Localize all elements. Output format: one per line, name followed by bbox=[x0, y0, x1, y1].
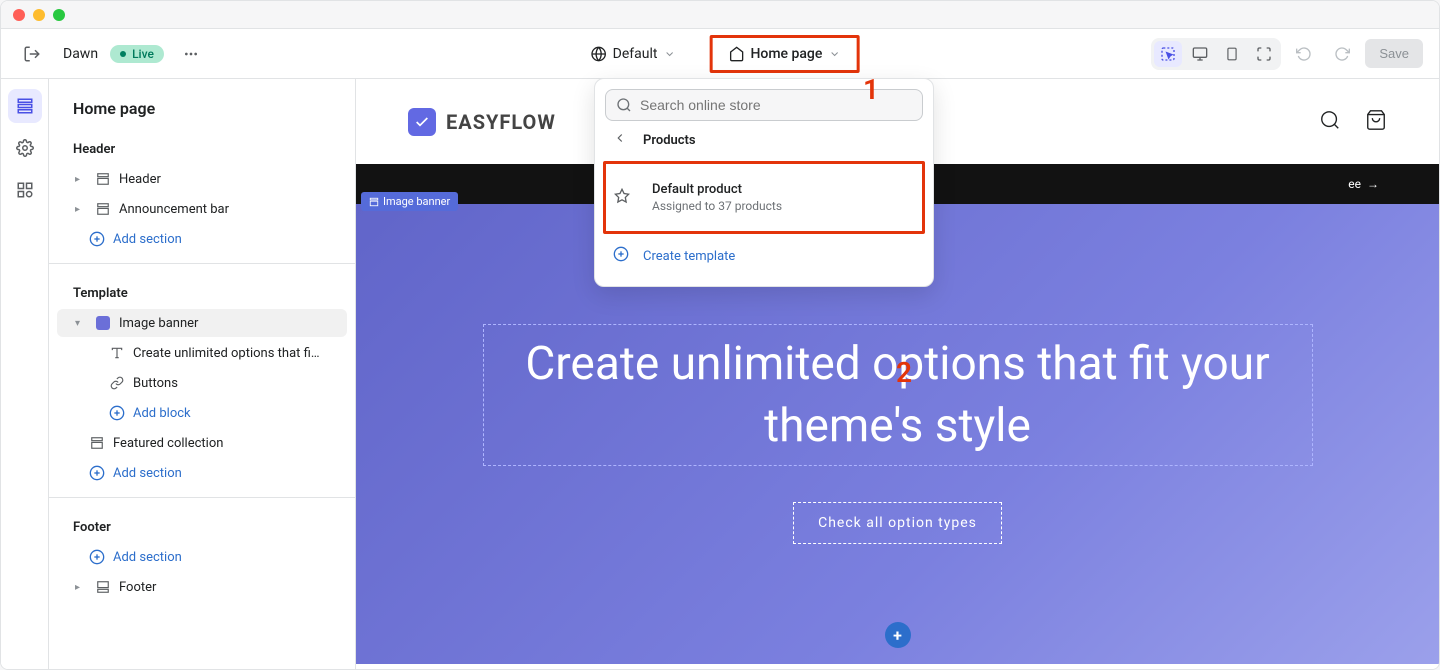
link-icon bbox=[109, 375, 125, 391]
tree-announcement-bar[interactable]: ▸ Announcement bar bbox=[57, 195, 347, 223]
more-icon[interactable] bbox=[176, 39, 206, 69]
tree-label: Image banner bbox=[119, 316, 198, 331]
popup-create-label: Create template bbox=[643, 249, 735, 264]
plus-circle-icon bbox=[613, 246, 631, 266]
plus-circle-icon bbox=[89, 465, 105, 481]
mobile-icon[interactable] bbox=[1218, 41, 1246, 67]
inspector-icon[interactable] bbox=[1154, 41, 1182, 67]
brand-logo-icon bbox=[408, 108, 436, 136]
annotation-1: 1 bbox=[863, 73, 879, 106]
add-footer-section[interactable]: Add section bbox=[57, 543, 347, 571]
tree-header[interactable]: ▸ Header bbox=[57, 165, 347, 193]
fullscreen-icon[interactable] bbox=[1250, 41, 1278, 67]
chevron-left-icon bbox=[613, 131, 631, 149]
home-icon bbox=[728, 46, 744, 62]
style-dropdown-label: Default bbox=[613, 46, 658, 62]
popup-back[interactable]: Products bbox=[605, 121, 923, 159]
section-template-label: Template bbox=[49, 274, 355, 307]
zoom-dot[interactable] bbox=[53, 9, 65, 21]
page-title: Home page bbox=[49, 79, 355, 130]
brand: EASYFLOW bbox=[408, 108, 556, 136]
live-badge: Live bbox=[110, 45, 164, 63]
tree-footer[interactable]: ▸ Footer bbox=[57, 573, 347, 601]
plus-circle-icon bbox=[89, 549, 105, 565]
add-label: Add section bbox=[113, 466, 182, 481]
banner-heading[interactable]: Create unlimited options that fit your t… bbox=[483, 324, 1313, 466]
chevron-down-icon: ▾ bbox=[75, 318, 87, 329]
popup-back-label: Products bbox=[643, 133, 696, 148]
section-header-label: Header bbox=[49, 130, 355, 163]
add-label: Add section bbox=[113, 232, 182, 247]
banner-tag: Image banner bbox=[361, 192, 458, 211]
globe-icon bbox=[591, 46, 607, 62]
search-icon[interactable] bbox=[1319, 109, 1341, 135]
brand-text: EASYFLOW bbox=[446, 110, 556, 134]
tree-label: Footer bbox=[119, 580, 156, 595]
star-icon bbox=[614, 188, 632, 208]
close-dot[interactable] bbox=[13, 9, 25, 21]
chevron-right-icon: ▸ bbox=[75, 174, 87, 185]
desktop-icon[interactable] bbox=[1186, 41, 1214, 67]
tree-label: Header bbox=[119, 172, 161, 187]
tree-featured-collection[interactable]: Featured collection bbox=[57, 429, 347, 457]
redo-icon[interactable] bbox=[1327, 39, 1357, 69]
announcement-text: ee bbox=[1348, 177, 1361, 191]
style-dropdown[interactable]: Default bbox=[581, 40, 686, 68]
layout-icon bbox=[89, 435, 105, 451]
add-block[interactable]: Add block bbox=[57, 399, 347, 427]
minimize-dot[interactable] bbox=[33, 9, 45, 21]
popup-item-subtitle: Assigned to 37 products bbox=[652, 199, 782, 213]
annotation-2: 2 bbox=[896, 356, 912, 389]
sidebar: Home page Header ▸ Header ▸ Announcement… bbox=[49, 79, 356, 669]
traffic-lights bbox=[13, 9, 65, 21]
chevron-right-icon: ▸ bbox=[75, 582, 87, 593]
text-icon bbox=[109, 345, 125, 361]
layout-icon bbox=[95, 579, 111, 595]
add-template-section[interactable]: Add section bbox=[57, 459, 347, 487]
rail bbox=[1, 79, 49, 669]
settings-icon[interactable] bbox=[8, 131, 42, 165]
image-icon bbox=[95, 315, 111, 331]
search-icon bbox=[616, 97, 632, 113]
add-section-fab[interactable]: + bbox=[885, 622, 911, 648]
tree-label: Create unlimited options that fit ... bbox=[133, 346, 323, 361]
device-toggle bbox=[1151, 38, 1281, 70]
add-label: Add block bbox=[133, 406, 191, 421]
add-label: Add section bbox=[113, 550, 182, 565]
page-dropdown-label: Home page bbox=[750, 46, 822, 62]
banner-cta[interactable]: Check all option types bbox=[793, 502, 1002, 544]
plus-circle-icon bbox=[109, 405, 125, 421]
exit-icon[interactable] bbox=[17, 39, 47, 69]
cart-icon[interactable] bbox=[1365, 109, 1387, 135]
sections-icon[interactable] bbox=[8, 89, 42, 123]
plus-circle-icon bbox=[89, 231, 105, 247]
tree-banner-buttons[interactable]: Buttons bbox=[57, 369, 347, 397]
chevron-down-icon bbox=[828, 48, 840, 60]
mac-titlebar bbox=[1, 1, 1439, 29]
tree-label: Announcement bar bbox=[119, 202, 229, 217]
chevron-right-icon: ▸ bbox=[75, 204, 87, 215]
add-header-section[interactable]: Add section bbox=[57, 225, 347, 253]
highlight-box-1: Home page bbox=[709, 35, 859, 73]
tree-image-banner[interactable]: ▾ Image banner bbox=[57, 309, 347, 337]
page-picker-popup: Products Default product Assigned to 37 … bbox=[594, 78, 934, 287]
layout-icon bbox=[95, 201, 111, 217]
highlight-box-2: Default product Assigned to 37 products … bbox=[603, 161, 925, 234]
popup-create-template[interactable]: Create template bbox=[605, 236, 923, 276]
tree-banner-text[interactable]: Create unlimited options that fit ... bbox=[57, 339, 347, 367]
theme-name: Dawn bbox=[63, 46, 98, 62]
apps-icon[interactable] bbox=[8, 173, 42, 207]
layout-icon bbox=[95, 171, 111, 187]
page-dropdown[interactable]: Home page bbox=[718, 40, 850, 68]
popup-item-title: Default product bbox=[652, 182, 782, 197]
chevron-down-icon bbox=[663, 48, 675, 60]
popup-default-product[interactable]: Default product Assigned to 37 products bbox=[606, 164, 922, 231]
section-footer-label: Footer bbox=[49, 508, 355, 541]
undo-icon[interactable] bbox=[1289, 39, 1319, 69]
top-toolbar: Dawn Live Default Home page bbox=[1, 29, 1439, 79]
tree-label: Featured collection bbox=[113, 436, 223, 451]
tree-label: Buttons bbox=[133, 376, 178, 391]
save-button[interactable]: Save bbox=[1365, 39, 1423, 68]
arrow-right-icon: → bbox=[1367, 177, 1379, 191]
